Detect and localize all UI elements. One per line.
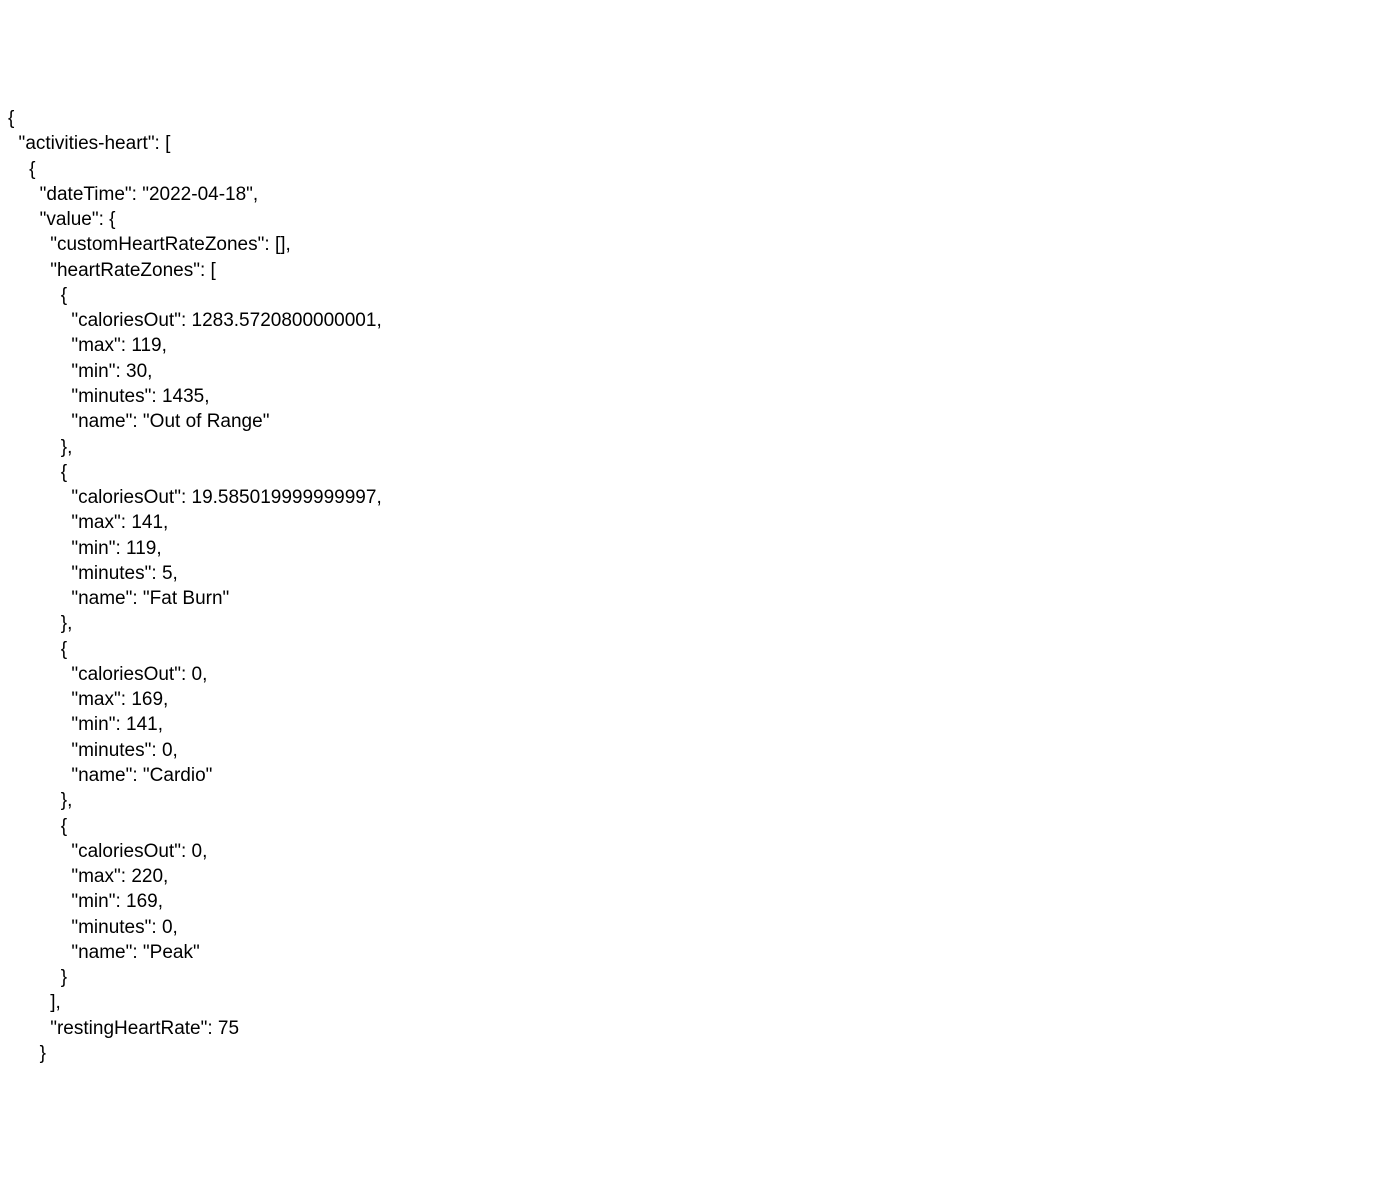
json-key: value <box>46 209 91 230</box>
json-key: name <box>78 942 126 963</box>
json-key: max <box>78 689 114 710</box>
json-document: { "activities-heart": [ { "dateTime": "2… <box>8 106 1392 1066</box>
json-key: heartRateZones <box>57 260 193 281</box>
json-value: Fat Burn <box>150 588 223 609</box>
json-key: caloriesOut <box>78 841 174 862</box>
json-key: dateTime <box>46 184 125 205</box>
json-value: Cardio <box>150 765 206 786</box>
json-value: 0 <box>192 841 203 862</box>
json-value: 169 <box>131 689 163 710</box>
json-value: 119 <box>126 538 156 559</box>
json-key: name <box>78 411 126 432</box>
json-value: 0 <box>192 664 203 685</box>
json-key: min <box>78 891 109 912</box>
json-key: min <box>78 714 109 735</box>
json-value: 0 <box>162 917 173 938</box>
json-value: 141 <box>131 512 163 533</box>
json-key: minutes <box>78 563 145 584</box>
json-key: max <box>78 512 114 533</box>
json-value: 30 <box>126 361 147 382</box>
json-key: name <box>78 765 126 786</box>
json-key: minutes <box>78 917 145 938</box>
json-key: caloriesOut <box>78 310 174 331</box>
json-value: 0 <box>162 740 173 761</box>
json-value: 141 <box>126 714 158 735</box>
json-value: 1283.5720800000001 <box>192 310 377 331</box>
json-value: 2022-04-18 <box>149 184 246 205</box>
json-key: max <box>78 866 114 887</box>
json-value: Peak <box>150 942 193 963</box>
json-key: min <box>78 361 109 382</box>
json-value: 220 <box>131 866 163 887</box>
json-key: name <box>78 588 126 609</box>
json-key: max <box>78 335 114 356</box>
json-key: activities-heart <box>25 133 148 154</box>
json-key: min <box>78 538 109 559</box>
json-key: minutes <box>78 740 145 761</box>
json-key: restingHeartRate <box>57 1018 201 1039</box>
json-value: 119 <box>131 335 161 356</box>
json-value: 75 <box>218 1018 239 1039</box>
json-value: 169 <box>126 891 158 912</box>
json-value: Out of Range <box>150 411 263 432</box>
json-value: 19.585019999999997 <box>192 487 377 508</box>
json-key: caloriesOut <box>78 664 174 685</box>
json-key: customHeartRateZones <box>57 234 258 255</box>
json-value: 1435 <box>162 386 204 407</box>
json-key: caloriesOut <box>78 487 174 508</box>
json-value: 5 <box>162 563 173 584</box>
json-key: minutes <box>78 386 145 407</box>
